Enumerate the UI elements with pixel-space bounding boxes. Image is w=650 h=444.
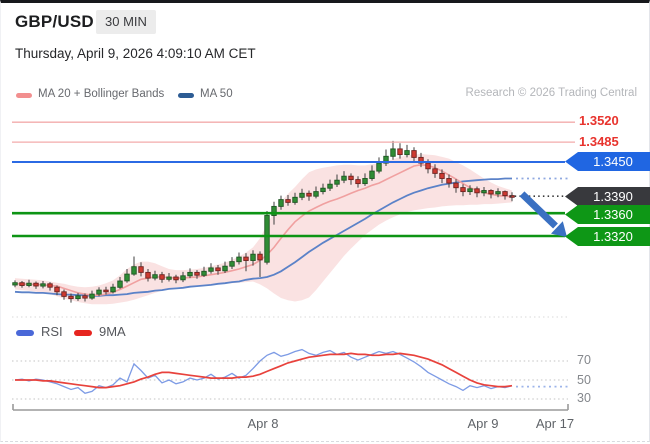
rsi-scale-70: 70 [577,353,591,367]
bearish-arrow-shaft [519,191,558,229]
9ma-legend-label: 9MA [99,324,126,339]
candle-up [299,192,305,198]
date-line: Thursday, April 9, 2026 4:09:10 AM CET [15,46,256,61]
candle-down [103,289,109,293]
candle-up [327,183,333,189]
candle-down [243,256,249,261]
resistance-level-1.3520: 1.3520 [579,113,619,128]
candle-up [250,253,256,261]
pivot-level-tag-1.3450: 1.3450 [565,152,650,171]
candle-down [474,188,480,194]
candle-down [159,274,165,280]
candle-up [26,282,32,286]
candle-down [257,253,263,261]
candle-down [446,178,452,184]
rsi-legend-swatch [16,330,34,336]
candle-up [369,170,375,179]
xaxis-label-apr8: Apr 8 [247,416,279,431]
candle-down [215,267,221,272]
candle-up [89,293,95,299]
candle-up [12,282,18,286]
candle-down [306,192,312,197]
candle-up [292,196,298,203]
candle-down [397,148,403,156]
candle-down [285,199,291,203]
candle-up [124,273,130,282]
ma20-bollinger-legend-label: MA 20 + Bollinger Bands [38,88,165,100]
candle-down [425,162,431,170]
rsi-scale-30: 30 [577,391,591,405]
candle-up [236,256,242,263]
candle-up [376,162,382,172]
candle-up [390,148,396,157]
xaxis-label-apr9: Apr 9 [467,416,499,431]
last-price-tag-1.3390: 1.3390 [565,187,650,206]
candle-up [201,270,207,276]
candle-down [453,182,459,189]
candle-up [404,150,410,156]
candle-down [61,291,67,297]
candle-up [278,199,284,207]
symbol-title: GBP/USD [15,12,94,31]
candle-up [180,275,186,281]
candle-up [313,191,319,197]
candle-up [166,276,172,280]
candle-down [432,168,438,174]
price-chart-canvas [12,121,575,411]
rsi-legend-label: RSI [41,324,63,339]
candle-down [54,286,60,293]
ma20-bollinger-legend-swatch [16,93,32,98]
candle-up [187,271,193,277]
candle-down [488,190,494,195]
candle-up [208,267,214,272]
target-level-tag-1.3320: 1.3320 [565,227,650,246]
bollinger-band-area [15,154,512,305]
candle-down [68,295,74,300]
candle-down [47,283,53,288]
candle-down [145,271,151,279]
timeframe-badge: 30 MIN [96,10,156,34]
xaxis-label-apr17: Apr 17 [535,416,575,431]
candle-up [40,283,46,287]
candle-down [19,282,25,286]
candle-down [411,150,417,158]
research-credit: Research © 2026 Trading Central [465,87,637,99]
candle-down [194,271,200,276]
candle-down [173,276,179,281]
candle-down [348,175,354,181]
candle-up [96,289,102,295]
candle-down [82,295,88,299]
candle-up [341,175,347,181]
candle-down [138,266,144,273]
candle-up [495,191,501,195]
candle-up [131,266,137,275]
candle-down [460,187,466,193]
candle-down [33,282,39,287]
candle-up [222,265,228,272]
candle-up [264,215,270,263]
candle-up [229,261,235,267]
candle-up [75,295,81,300]
candle-down [355,179,361,185]
resistance-level-1.3485: 1.3485 [579,134,619,149]
candle-up [152,274,158,279]
9ma-legend-swatch [74,330,92,336]
candle-up [320,187,326,193]
trading-central-chart-widget: GBP/USD 30 MIN Thursday, April 9, 2026 4… [0,0,650,442]
candle-down [439,172,445,179]
candle-up [117,280,123,288]
candle-up [467,188,473,193]
candle-up [481,190,487,194]
support-level-tag-1.3360: 1.3360 [565,205,650,224]
candle-down [502,191,508,197]
ma50-legend-label: MA 50 [200,88,233,100]
candle-up [334,179,340,185]
candle-up [362,178,368,185]
ma50-legend-swatch [178,93,194,98]
rsi-scale-50: 50 [577,373,591,387]
candle-up [110,286,116,293]
